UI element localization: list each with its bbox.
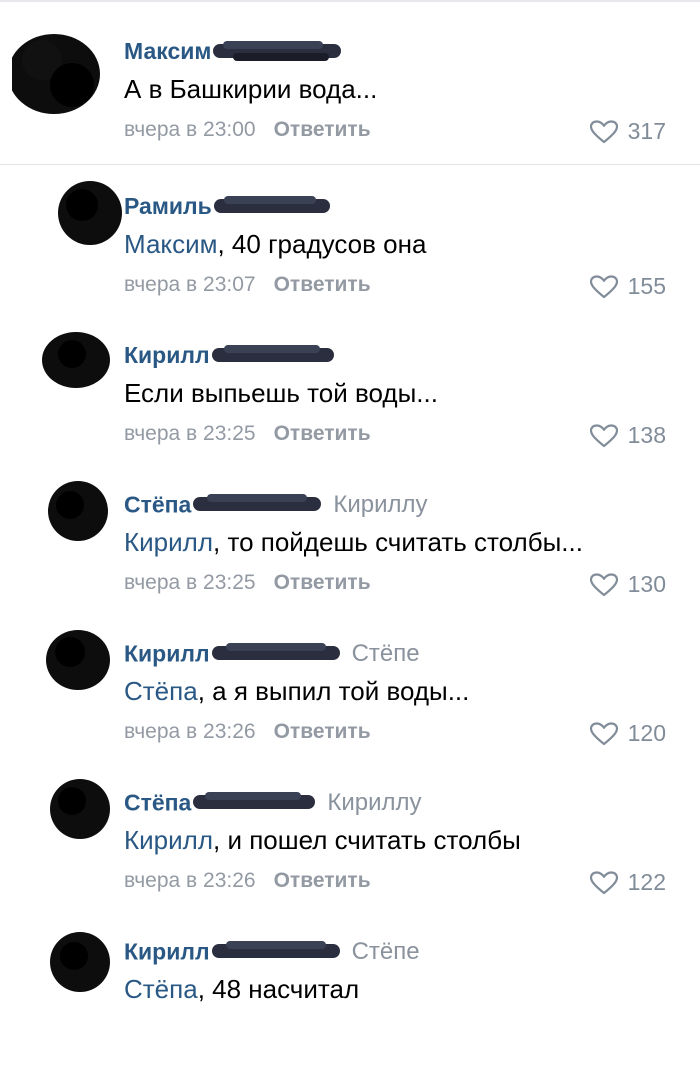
avatar[interactable] [46, 628, 110, 690]
comment-header: Рамиль [124, 193, 334, 225]
redacted-surname [213, 195, 334, 217]
heart-outline-icon [589, 274, 618, 298]
avatar[interactable] [12, 34, 100, 114]
reply-button[interactable]: Ответить [274, 869, 371, 892]
reply-to-link[interactable]: Кириллу [327, 789, 421, 816]
author-name-link[interactable]: Стёпа [124, 492, 191, 518]
comment-time: вчера в 23:26 [124, 869, 256, 892]
comment-header: Максим [124, 38, 343, 70]
reply-to-link[interactable]: Стёпе [352, 640, 420, 667]
comment-text: Если выпьешь той воды... [124, 378, 438, 408]
thread-divider [0, 164, 700, 165]
comment-meta: вчера в 23:07 Ответить [124, 273, 371, 297]
mention-link[interactable]: Кирилл [124, 825, 213, 855]
comment-text: Кирилл, то пойдешь считать столбы... [124, 527, 583, 557]
comment-item: Стёпа Кириллу Кирилл, и пошел считать сто… [0, 779, 700, 939]
comment-time: вчера в 23:25 [124, 571, 256, 594]
heart-outline-icon [589, 119, 618, 143]
avatar[interactable] [50, 930, 110, 992]
mention-link[interactable]: Кирилл [124, 527, 213, 557]
redacted-surname [211, 344, 338, 366]
avatar[interactable] [48, 479, 108, 541]
redacted-surname [211, 642, 344, 664]
heart-outline-icon [589, 870, 618, 894]
comment-item: Максим А в Башкирии вода... вчера в 23:0… [0, 34, 700, 188]
redacted-surname [211, 940, 344, 962]
like-count: 130 [627, 571, 666, 597]
avatar[interactable] [42, 330, 110, 390]
reply-button[interactable]: Ответить [274, 118, 371, 141]
comment-time: вчера в 23:07 [124, 273, 256, 296]
avatar[interactable] [50, 777, 110, 839]
like-count: 155 [627, 273, 666, 299]
comment-text: Кирилл, и пошел считать столбы [124, 825, 521, 855]
comment-item: Стёпа Кириллу Кирилл, то пойдешь считать … [0, 481, 700, 641]
heart-outline-icon [589, 721, 618, 745]
redacted-surname [193, 791, 319, 813]
author-name-link[interactable]: Стёпа [124, 790, 191, 816]
comment-header: Кирилл Стёпе [124, 938, 420, 970]
mention-link[interactable]: Стёпа [124, 974, 198, 1004]
heart-outline-icon [589, 572, 618, 596]
redacted-surname [193, 493, 325, 515]
mention-link[interactable]: Стёпа [124, 676, 198, 706]
comment-meta: вчера в 23:25 Ответить [124, 422, 371, 446]
reply-to-link[interactable]: Стёпе [352, 938, 420, 965]
like-button[interactable]: 130 [589, 571, 666, 598]
like-button[interactable]: 317 [589, 118, 666, 145]
comment-meta: вчера в 23:00 Ответить [124, 118, 371, 142]
author-name-link[interactable]: Рамиль [124, 193, 212, 219]
comment-time: вчера в 23:25 [124, 422, 256, 445]
like-button[interactable]: 122 [589, 869, 666, 896]
comment-header: Кирилл [124, 342, 338, 374]
reply-button[interactable]: Ответить [274, 422, 371, 445]
comment-header: Кирилл Стёпе [124, 640, 420, 672]
like-count: 317 [627, 118, 666, 144]
comment-item: Рамиль Максим, 40 градусов она вчера в 2… [0, 181, 700, 343]
comment-item: Кирилл Стёпе Стёпа, а я выпил той воды...… [0, 630, 700, 790]
like-button[interactable]: 120 [589, 720, 666, 747]
comment-item: Кирилл Если выпьешь той воды... вчера в … [0, 332, 700, 492]
avatar[interactable] [58, 181, 122, 245]
author-name-link[interactable]: Максим [124, 38, 211, 64]
like-button[interactable]: 155 [589, 273, 666, 300]
author-name-link[interactable]: Кирилл [124, 939, 210, 965]
like-count: 120 [627, 720, 666, 746]
like-button[interactable]: 138 [589, 422, 666, 449]
redacted-surname [213, 40, 343, 62]
comment-text: Стёпа, 48 насчитал [124, 974, 360, 1004]
comment-text: Максим, 40 градусов она [124, 229, 427, 259]
reply-button[interactable]: Ответить [274, 720, 371, 743]
reply-to-link[interactable]: Кириллу [333, 491, 427, 518]
mention-link[interactable]: Максим [124, 229, 217, 259]
author-name-link[interactable]: Кирилл [124, 641, 210, 667]
like-count: 122 [627, 869, 666, 895]
reply-button[interactable]: Ответить [274, 571, 371, 594]
comment-meta: вчера в 23:25 Ответить [124, 571, 371, 595]
comment-time: вчера в 23:00 [124, 118, 256, 141]
author-name-link[interactable]: Кирилл [124, 342, 210, 368]
top-border [0, 0, 700, 2]
comment-text: Стёпа, а я выпил той воды... [124, 676, 470, 706]
comment-header: Стёпа Кириллу [124, 491, 428, 523]
comment-time: вчера в 23:26 [124, 720, 256, 743]
comment-header: Стёпа Кириллу [124, 789, 422, 821]
heart-outline-icon [589, 423, 618, 447]
comment-item: Кирилл Стёпе Стёпа, 48 насчитал [0, 932, 700, 1088]
reply-button[interactable]: Ответить [274, 273, 371, 296]
comment-text: А в Башкирии вода... [124, 74, 378, 104]
comment-meta: вчера в 23:26 Ответить [124, 720, 371, 744]
like-count: 138 [627, 422, 666, 448]
comment-meta: вчера в 23:26 Ответить [124, 869, 371, 893]
